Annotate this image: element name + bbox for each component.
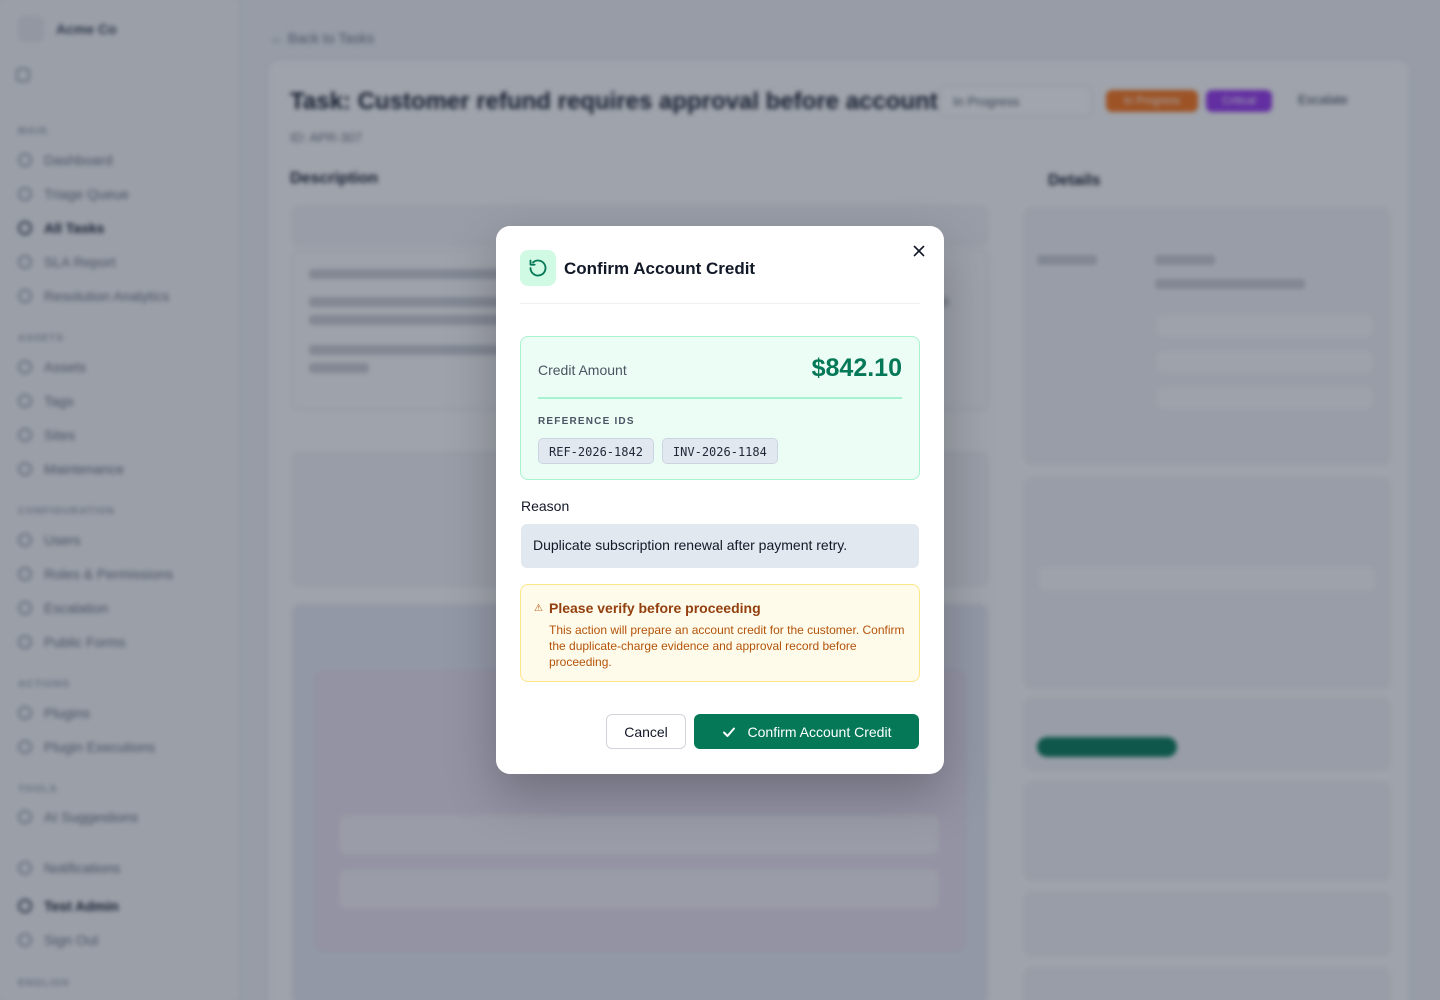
close-icon[interactable] (910, 242, 928, 260)
check-icon (722, 727, 735, 737)
confirm-account-credit-button[interactable]: Confirm Account Credit (694, 714, 919, 749)
credit-amount-label: Credit Amount (538, 362, 627, 378)
reason-label: Reason (521, 498, 570, 514)
reference-ids-label: REFERENCE IDS (538, 416, 635, 427)
reference-id-chip: REF-2026-1842 (538, 438, 654, 464)
confirm-button-label: Confirm Account Credit (747, 723, 892, 740)
credit-summary: Credit Amount $842.10 REFERENCE IDS REF-… (520, 336, 920, 480)
warning-message: This action will prepare an account cred… (549, 623, 905, 669)
reference-id-list: REF-2026-1842 INV-2026-1184 (538, 438, 778, 464)
warning-title: Please verify before proceeding (549, 600, 761, 616)
dialog-title: Confirm Account Credit (564, 259, 756, 278)
divider (538, 397, 902, 399)
warning-callout: ⚠ Please verify before proceeding This a… (520, 584, 920, 682)
refresh-icon (520, 250, 556, 286)
dialog-header: Confirm Account Credit (520, 250, 920, 304)
confirm-credit-dialog: Confirm Account Credit Credit Amount $84… (496, 226, 944, 774)
cancel-button[interactable]: Cancel (606, 714, 686, 749)
reason-field[interactable]: Duplicate subscription renewal after pay… (521, 524, 919, 568)
credit-amount-value: $842.10 (811, 354, 902, 382)
reference-id-chip: INV-2026-1184 (661, 438, 778, 464)
warning-icon: ⚠ (534, 603, 543, 614)
